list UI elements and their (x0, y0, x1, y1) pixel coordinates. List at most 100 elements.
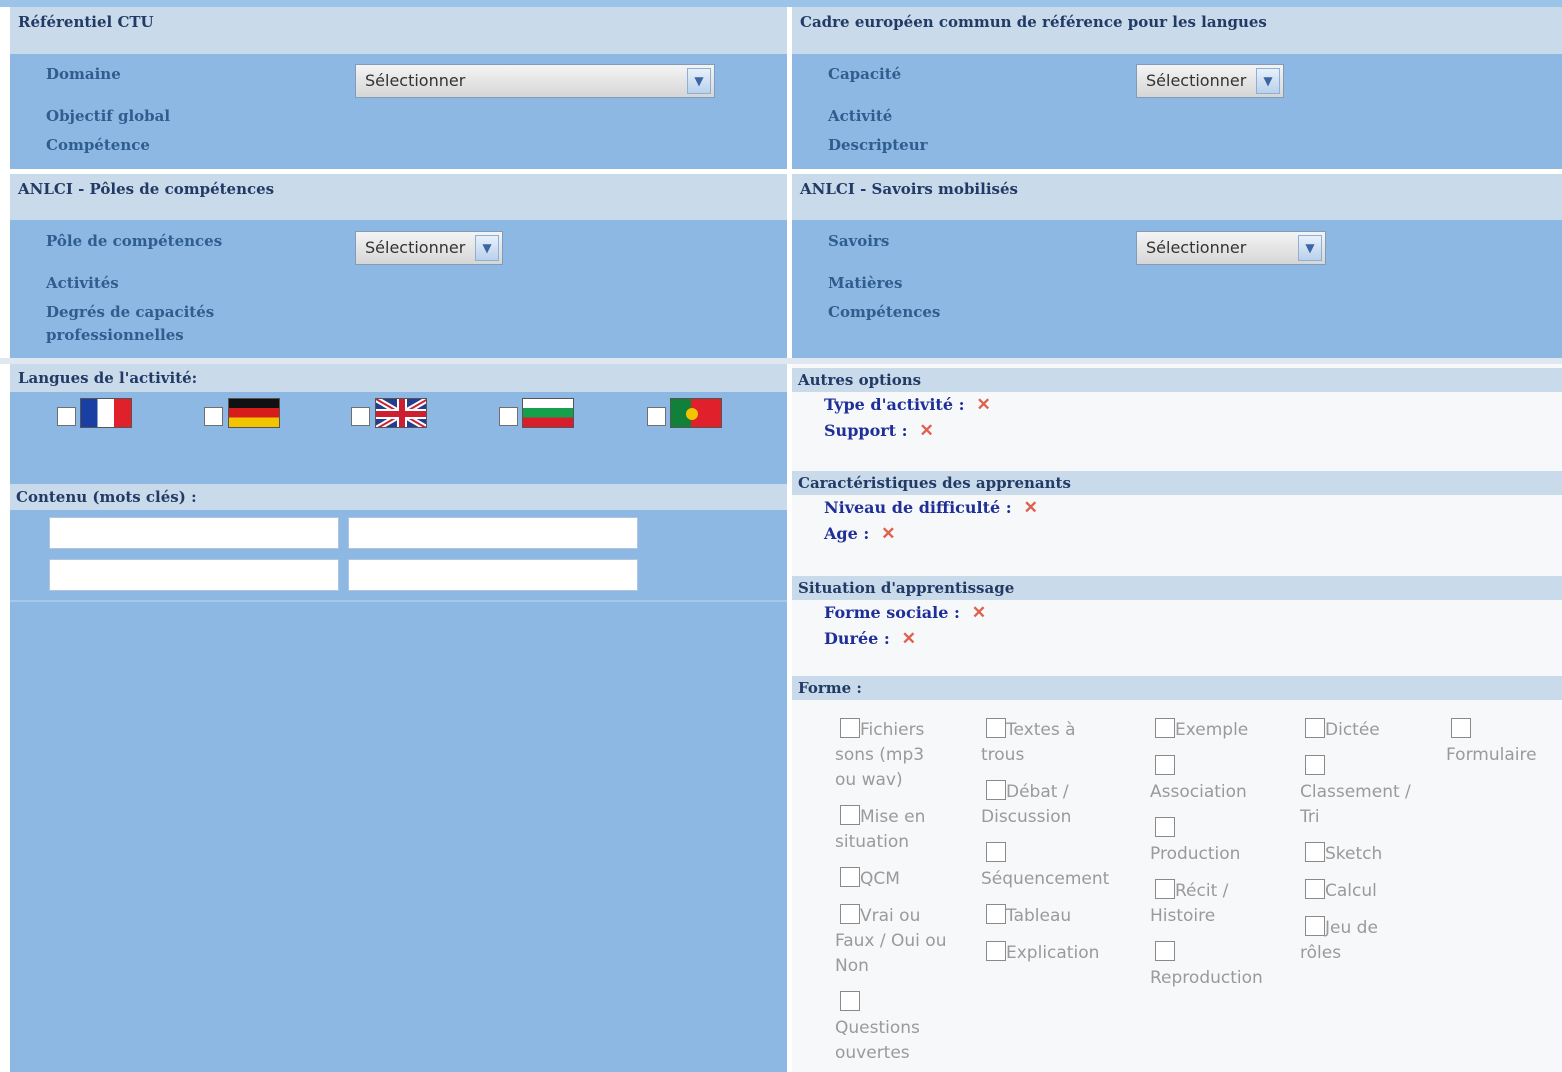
niveau-label: Niveau de difficulté : (824, 498, 1012, 517)
checkbox[interactable] (986, 941, 1006, 961)
chevron-down-icon[interactable]: ▼ (475, 235, 499, 261)
forme-questions-ouvertes[interactable]: Questions ouvertes (835, 991, 970, 1066)
remove-icon[interactable]: ✕ (902, 629, 916, 649)
forme-column-4: Dictée Classement / Tri Sketch Calcul Jeu… (1300, 718, 1440, 978)
chevron-down-icon[interactable]: ▼ (687, 68, 711, 94)
forme-exemple[interactable]: Exemple (1150, 718, 1295, 743)
forme-tableau[interactable]: Tableau (981, 904, 1141, 929)
forme-debat[interactable]: Débat / Discussion (981, 780, 1141, 830)
chevron-down-icon[interactable]: ▼ (1256, 68, 1280, 94)
checkbox-german[interactable] (204, 407, 223, 426)
forme-recit[interactable]: Récit / Histoire (1150, 879, 1295, 929)
checkbox-bulgarian[interactable] (499, 407, 518, 426)
checkbox[interactable] (1155, 718, 1175, 738)
checkbox[interactable] (986, 842, 1006, 862)
forme-association[interactable]: Association (1150, 755, 1295, 805)
forme-dictee[interactable]: Dictée (1300, 718, 1440, 743)
forme-classement[interactable]: Classement / Tri (1300, 755, 1440, 830)
checkbox[interactable] (840, 805, 860, 825)
remove-icon[interactable]: ✕ (920, 421, 934, 441)
keyword-field-2[interactable] (348, 517, 638, 549)
checkbox[interactable] (986, 904, 1006, 924)
remove-icon[interactable]: ✕ (881, 524, 895, 544)
forme-fichiers-sons[interactable]: Fichiers sons (mp3 ou wav) (835, 718, 970, 793)
pole-select-value: Sélectionner (365, 238, 466, 257)
checkbox[interactable] (1155, 941, 1175, 961)
checkbox-portuguese[interactable] (647, 407, 666, 426)
checkbox-english[interactable] (351, 407, 370, 426)
keywords-band: Contenu (mots clés) : (10, 484, 787, 510)
age-label: Age : (824, 524, 870, 543)
checkbox-french[interactable] (57, 407, 76, 426)
savoirs-select[interactable]: Sélectionner ▼ (1136, 231, 1326, 265)
forme-mise-en-situation[interactable]: Mise en situation (835, 805, 970, 855)
checkbox[interactable] (1305, 842, 1325, 862)
forme-sociale-label: Forme sociale : (824, 603, 960, 622)
forme-jeu-de-roles[interactable]: Jeu de rôles (1300, 916, 1440, 966)
forme-qcm[interactable]: QCM (835, 867, 970, 892)
forme-sketch[interactable]: Sketch (1300, 842, 1440, 867)
type-activite-option[interactable]: Type d'activité : ✕ (824, 395, 991, 415)
checkbox[interactable] (840, 867, 860, 887)
forme-vrai-ou-faux[interactable]: Vrai ou Faux / Oui ou Non (835, 904, 970, 979)
cecr-panel: Cadre européen commun de référence pour … (792, 7, 1562, 169)
descripteur-label: Descripteur (828, 136, 928, 154)
type-activite-label: Type d'activité : (824, 395, 965, 414)
checkbox[interactable] (1305, 916, 1325, 936)
flag-bulgaria-icon (522, 398, 574, 428)
duree-option[interactable]: Durée : ✕ (824, 629, 916, 649)
remove-icon[interactable]: ✕ (976, 395, 990, 415)
left-lower-panel: Langues de l'activité: Contenu (mots clé… (10, 364, 787, 1072)
forme-sequencement[interactable]: Séquencement (981, 842, 1141, 892)
keyword-field-4[interactable] (348, 559, 638, 591)
forme-column-1: Fichiers sons (mp3 ou wav) Mise en situatio… (835, 718, 970, 1072)
keyword-field-1[interactable] (49, 517, 339, 549)
domaine-select[interactable]: Sélectionner ▼ (355, 64, 715, 98)
checkbox[interactable] (986, 780, 1006, 800)
forme-column-2: Textes à trous Débat / Discussion Séquence… (981, 718, 1141, 978)
checkbox[interactable] (1305, 718, 1325, 738)
pole-select[interactable]: Sélectionner ▼ (355, 231, 503, 265)
checkbox[interactable] (840, 904, 860, 924)
anlci-savoirs-panel: ANLCI - Savoirs mobilisés Savoirs Matièr… (792, 174, 1562, 358)
forme-explication[interactable]: Explication (981, 941, 1141, 966)
competence-label: Compétence (46, 136, 150, 154)
forme-formulaire[interactable]: Formulaire (1446, 718, 1558, 768)
checkbox[interactable] (986, 718, 1006, 738)
forme-production[interactable]: Production (1150, 817, 1295, 867)
forme-reproduction[interactable]: Reproduction (1150, 941, 1295, 991)
checkbox[interactable] (1155, 817, 1175, 837)
flag-france-icon (80, 398, 132, 428)
flag-germany-icon (228, 398, 280, 428)
chevron-down-icon[interactable]: ▼ (1298, 235, 1322, 261)
flag-portugal-icon (670, 398, 722, 428)
forme-column-5: Formulaire (1446, 718, 1558, 780)
remove-icon[interactable]: ✕ (1024, 498, 1038, 518)
forme-textes-a-trous[interactable]: Textes à trous (981, 718, 1141, 768)
forme-sociale-option[interactable]: Forme sociale : ✕ (824, 603, 986, 623)
support-option[interactable]: Support : ✕ (824, 421, 934, 441)
ctu-panel: Référentiel CTU Domaine Objectif global … (10, 7, 787, 169)
checkbox[interactable] (840, 991, 860, 1011)
checkbox[interactable] (1155, 755, 1175, 775)
checkbox[interactable] (1305, 755, 1325, 775)
keyword-field-3[interactable] (49, 559, 339, 591)
checkbox[interactable] (840, 718, 860, 738)
niveau-option[interactable]: Niveau de difficulté : ✕ (824, 498, 1038, 518)
checkbox[interactable] (1155, 879, 1175, 899)
capacite-select[interactable]: Sélectionner ▼ (1136, 64, 1284, 98)
forme-column-3: Exemple Association Production Récit / Hi… (1150, 718, 1295, 1003)
anlci-poles-panel: ANLCI - Pôles de compétences Pôle de com… (10, 174, 787, 358)
pole-label: Pôle de compétences (46, 232, 223, 250)
flag-uk-icon (375, 398, 427, 428)
ctu-title: Référentiel CTU (10, 7, 787, 54)
forme-calcul[interactable]: Calcul (1300, 879, 1440, 904)
keywords-title: Contenu (mots clés) : (16, 488, 197, 506)
checkbox[interactable] (1305, 879, 1325, 899)
remove-icon[interactable]: ✕ (972, 603, 986, 623)
objectif-global-label: Objectif global (46, 107, 171, 125)
top-strip (0, 0, 1562, 7)
savoirs-select-value: Sélectionner (1146, 238, 1247, 257)
checkbox[interactable] (1451, 718, 1471, 738)
age-option[interactable]: Age : ✕ (824, 524, 896, 544)
